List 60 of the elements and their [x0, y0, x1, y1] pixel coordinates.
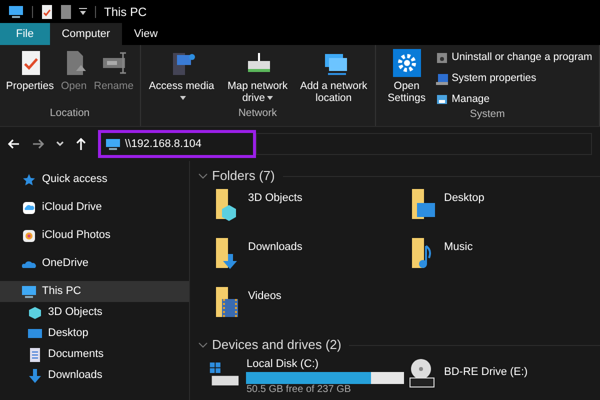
sidebar-item[interactable]: This PC [0, 281, 189, 302]
star-icon [22, 172, 36, 186]
sidebar-item[interactable]: iCloud Photos [0, 225, 189, 246]
folder-name[interactable]: 3D Objects [248, 190, 302, 206]
group-label: Location [48, 106, 91, 122]
sidebar-item[interactable]: Downloads [0, 365, 189, 386]
chevron-icon [198, 342, 208, 348]
group-label: System [468, 107, 506, 122]
sidebar-item[interactable]: 3D Objects [0, 302, 189, 323]
ribbon-button[interactable]: Open Settings [380, 49, 434, 104]
settings-icon [392, 49, 421, 77]
monitor-icon [28, 326, 42, 340]
ribbon-small-button[interactable]: Uninstall or change a program [436, 50, 592, 66]
ribbon-tab[interactable]: Computer [50, 23, 122, 45]
back-icon[interactable] [8, 139, 20, 149]
ribbon-tab[interactable]: File [0, 23, 50, 45]
free-space-text: 50.5 GB free of 237 GB [246, 384, 352, 396]
ribbon-button[interactable]: Map network drive [220, 49, 295, 104]
sidebar-item[interactable]: iCloud Drive [0, 197, 189, 218]
sidebar-item[interactable]: OneDrive [0, 253, 189, 274]
forward-icon[interactable] [32, 139, 44, 149]
ribbon-small-button[interactable]: Manage [436, 92, 592, 108]
ribbon-small-button[interactable]: System properties [436, 70, 592, 86]
properties-icon[interactable] [41, 4, 53, 18]
manage-icon [436, 93, 448, 106]
folder-name[interactable]: Music [444, 239, 473, 256]
folder-name[interactable]: Downloads [248, 239, 302, 256]
photos-icon [22, 228, 36, 242]
window-title: This PC [104, 4, 147, 20]
address-text: \\192.168.8.104 [125, 136, 202, 152]
uninstall-icon [436, 52, 448, 64]
system-properties-icon [436, 72, 448, 85]
sidebar-item[interactable]: Documents [0, 344, 189, 365]
sidebar-item[interactable]: Desktop [0, 323, 189, 344]
download-arrow-icon [28, 368, 42, 382]
drive-name[interactable]: BD-RE Drive (E:) [444, 364, 528, 380]
address-field[interactable]: \\192.168.8.104 [98, 130, 256, 158]
document-icon[interactable] [61, 4, 71, 18]
ribbon-button[interactable]: Properties [4, 49, 56, 92]
computer-icon [105, 138, 121, 150]
up-icon[interactable] [76, 138, 86, 150]
chevron-icon [198, 173, 208, 179]
chevron-down-icon[interactable] [56, 141, 64, 147]
cloud-icon [22, 200, 36, 214]
sidebar-item[interactable]: Quick access [0, 169, 189, 190]
ribbon-button[interactable]: Add a network location [296, 49, 371, 104]
section-heading: Devices and drives (2) [212, 336, 342, 354]
ribbon-button[interactable]: Access media [144, 49, 219, 104]
section-heading: Folders (7) [212, 167, 275, 186]
computer-icon [8, 4, 24, 18]
folder-name[interactable]: Desktop [444, 190, 484, 206]
cube-icon [28, 306, 42, 320]
caret-icon [180, 96, 186, 100]
drive-name[interactable]: Local Disk (C:) [246, 358, 404, 371]
computer-icon [22, 284, 36, 298]
folder-name[interactable]: Videos [248, 288, 282, 304]
caret-icon [266, 96, 273, 100]
group-label: Network [237, 106, 278, 122]
dropdown-icon[interactable] [79, 6, 87, 16]
document-icon [28, 348, 42, 362]
